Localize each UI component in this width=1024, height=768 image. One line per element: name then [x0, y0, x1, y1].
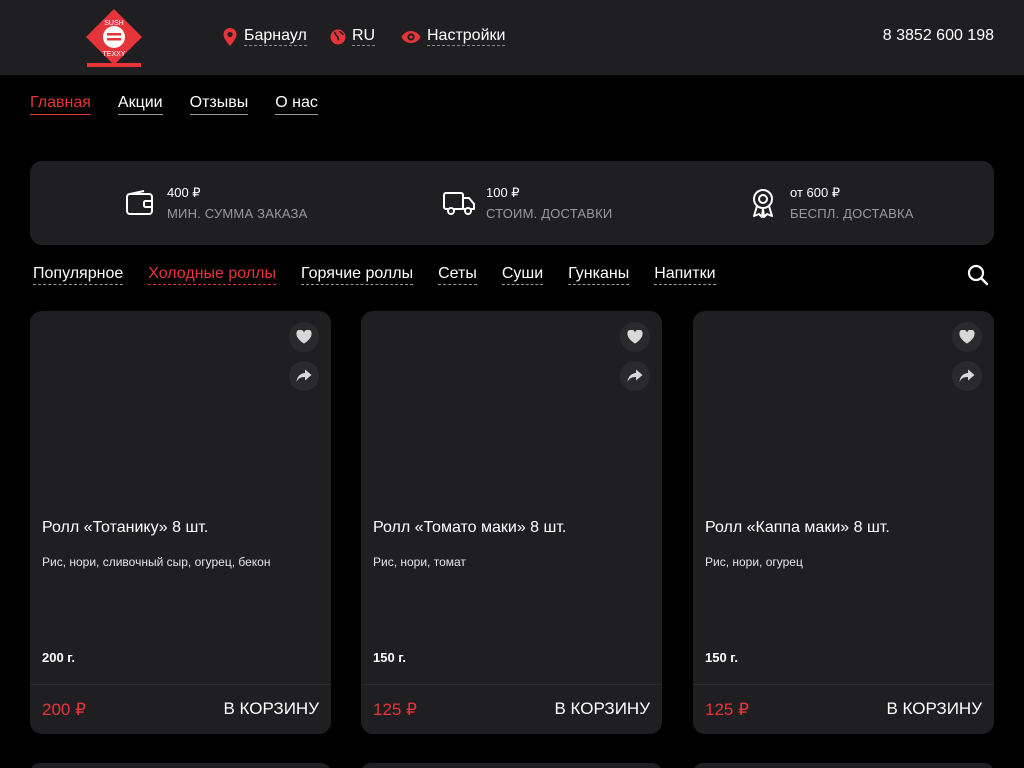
product-title[interactable]: Ролл «Томато маки» 8 шт. — [373, 519, 566, 537]
city-selector[interactable]: Барнаул — [222, 27, 307, 46]
min-order-info: 400 ₽ МИН. СУММА ЗАКАЗА — [123, 185, 307, 221]
tab-sets[interactable]: Сеты — [438, 264, 477, 285]
main-nav: Главная Акции Отзывы О нас — [30, 93, 345, 115]
language-label: RU — [352, 27, 376, 46]
nav-item-about[interactable]: О нас — [275, 93, 318, 115]
product-card[interactable]: Ролл «Тотанику» 8 шт. Рис, нори, сливочн… — [30, 311, 331, 734]
product-card[interactable]: Ролл «Томато маки» 8 шт. Рис, нори, тома… — [361, 311, 662, 734]
product-price: 125 ₽ — [705, 700, 749, 719]
share-button[interactable] — [952, 361, 982, 391]
share-button[interactable] — [289, 361, 319, 391]
delivery-info-panel: 400 ₽ МИН. СУММА ЗАКАЗА 100 ₽ СТОИМ. ДОС… — [30, 161, 994, 245]
add-to-cart-button[interactable]: В КОРЗИНУ — [554, 699, 650, 719]
logo[interactable]: SUSH TEXXY — [85, 8, 143, 68]
phone-number[interactable]: 8 3852 600 198 — [883, 27, 994, 45]
free-delivery-label: БЕСПЛ. ДОСТАВКА — [790, 206, 914, 221]
share-icon — [959, 369, 975, 382]
delivery-cost-value: 100 ₽ — [486, 185, 520, 200]
language-selector[interactable]: RU — [330, 27, 376, 46]
product-price: 200 ₽ — [42, 700, 86, 719]
search-icon[interactable] — [967, 264, 989, 286]
tab-popular[interactable]: Популярное — [33, 264, 124, 285]
nav-item-promotions[interactable]: Акции — [117, 93, 163, 115]
category-tabs: Популярное Холодные роллы Горячие роллы … — [33, 264, 741, 285]
location-pin-icon — [222, 27, 238, 46]
eye-icon — [401, 30, 421, 44]
favorite-button[interactable] — [952, 322, 982, 352]
tab-gunkans[interactable]: Гунканы — [568, 264, 630, 285]
nav-item-home[interactable]: Главная — [30, 93, 91, 115]
product-card-partial — [361, 763, 662, 768]
nav-item-reviews[interactable]: Отзывы — [189, 93, 249, 115]
favorite-button[interactable] — [620, 322, 650, 352]
product-price: 125 ₽ — [373, 700, 417, 719]
product-description: Рис, нори, томат — [373, 555, 466, 569]
tab-hot-rolls[interactable]: Горячие роллы — [300, 264, 414, 285]
globe-icon — [330, 29, 346, 45]
free-delivery-value: от 600 ₽ — [790, 185, 841, 200]
product-weight: 150 г. — [373, 650, 407, 665]
tab-drinks[interactable]: Напитки — [654, 264, 716, 285]
settings-label: Настройки — [427, 27, 506, 46]
product-card-partial — [693, 763, 994, 768]
product-weight: 150 г. — [705, 650, 739, 665]
award-icon — [746, 186, 780, 220]
share-icon — [627, 369, 643, 382]
card-divider — [693, 684, 994, 685]
min-order-label: МИН. СУММА ЗАКАЗА — [167, 206, 308, 221]
logo-graphic: SUSH TEXXY — [86, 9, 142, 67]
settings-link[interactable]: Настройки — [401, 27, 506, 46]
add-to-cart-button[interactable]: В КОРЗИНУ — [886, 699, 982, 719]
product-card-partial — [30, 763, 331, 768]
delivery-cost-info: 100 ₽ СТОИМ. ДОСТАВКИ — [442, 185, 612, 221]
logo-top-text: SUSH — [104, 20, 123, 27]
tab-cold-rolls[interactable]: Холодные роллы — [148, 264, 276, 285]
wallet-icon — [123, 186, 157, 220]
product-description: Рис, нори, огурец — [705, 555, 803, 569]
logo-bottom-text: TEXXY — [103, 51, 126, 58]
share-button[interactable] — [620, 361, 650, 391]
favorite-button[interactable] — [289, 322, 319, 352]
product-card[interactable]: Ролл «Каппа маки» 8 шт. Рис, нори, огуре… — [693, 311, 994, 734]
product-description: Рис, нори, сливочный сыр, огурец, бекон — [42, 555, 271, 569]
min-order-value: 400 ₽ — [167, 185, 201, 200]
card-divider — [30, 684, 331, 685]
card-divider — [361, 684, 662, 685]
heart-icon — [296, 330, 312, 344]
heart-icon — [627, 330, 643, 344]
city-label: Барнаул — [244, 27, 307, 46]
top-header: SUSH TEXXY Барнаул RU Настройки 8 3852 6… — [0, 0, 1024, 75]
truck-icon — [442, 186, 476, 220]
product-weight: 200 г. — [42, 650, 76, 665]
product-title[interactable]: Ролл «Тотанику» 8 шт. — [42, 519, 208, 537]
free-delivery-info: от 600 ₽ БЕСПЛ. ДОСТАВКА — [746, 185, 914, 221]
delivery-cost-label: СТОИМ. ДОСТАВКИ — [486, 206, 613, 221]
product-title[interactable]: Ролл «Каппа маки» 8 шт. — [705, 519, 890, 537]
share-icon — [296, 369, 312, 382]
tab-sushi[interactable]: Суши — [501, 264, 544, 285]
add-to-cart-button[interactable]: В КОРЗИНУ — [223, 699, 319, 719]
heart-icon — [959, 330, 975, 344]
